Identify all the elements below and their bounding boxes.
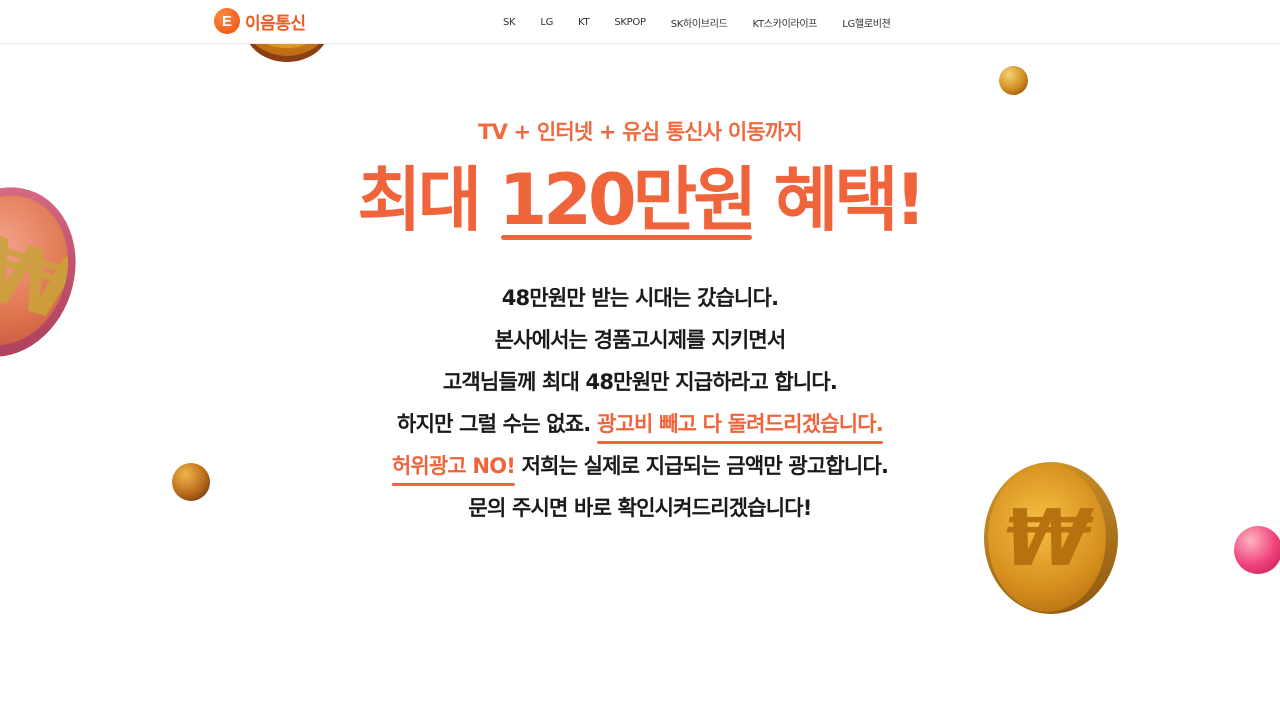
logo-e-icon: E bbox=[214, 8, 240, 34]
nav-item-lg[interactable]: LG bbox=[540, 17, 553, 28]
hero-body: 48만원만 받는 시대는 갔습니다. 본사에서는 경품고시제를 지키면서 고객님… bbox=[0, 277, 1280, 529]
headline-suffix: 혜택! bbox=[773, 159, 927, 241]
site-header: E 이음통신 SK LG KT SKPOP SK하이브리드 KT스카이라이프 L… bbox=[0, 0, 1280, 44]
body-line: 고객님들께 최대 48만원만 지급하라고 합니다. bbox=[442, 370, 838, 394]
nav-item-skpop[interactable]: SKPOP bbox=[614, 17, 646, 28]
main-nav: SK LG KT SKPOP SK하이브리드 KT스카이라이프 LG헬로비젼 bbox=[503, 0, 916, 44]
nav-item-kt-skylife[interactable]: KT스카이라이프 bbox=[753, 15, 818, 30]
no-false-ad-highlight: 허위광고 NO! bbox=[391, 445, 516, 487]
refund-highlight: 광고비 빼고 다 돌려드리겠습니다. bbox=[596, 403, 884, 445]
nav-item-kt[interactable]: KT bbox=[578, 17, 590, 28]
hero-subtitle: TV + 인터넷 + 유심 통신사 이동까지 bbox=[478, 120, 803, 144]
nav-item-sk-hybrid[interactable]: SK하이브리드 bbox=[671, 15, 728, 30]
body-line: 본사에서는 경품고시제를 지키면서 bbox=[494, 328, 787, 352]
brand-name: 이음통신 bbox=[245, 13, 306, 34]
body-line: 48만원만 받는 시대는 갔습니다. bbox=[501, 286, 779, 310]
body-line: 하지만 그럴 수는 없죠. 광고비 빼고 다 돌려드리겠습니다. bbox=[0, 403, 1280, 445]
body-line: 문의 주시면 바로 확인시켜드리겠습니다! bbox=[468, 496, 812, 520]
body-text-segment: 하지만 그럴 수는 없죠. bbox=[397, 412, 591, 436]
brand-logo[interactable]: E 이음통신 bbox=[214, 8, 306, 34]
headline-amount: 120만원 bbox=[499, 154, 758, 246]
hero-headline: 최대 120만원 혜택! bbox=[0, 154, 1280, 246]
nav-item-sk[interactable]: SK bbox=[503, 17, 516, 28]
hero-section: TV + 인터넷 + 유심 통신사 이동까지 최대 120만원 혜택! 48만원… bbox=[0, 0, 1280, 720]
body-text-segment: 저희는 실제로 지급되는 금액만 광고합니다. bbox=[521, 454, 889, 478]
body-line: 허위광고 NO! 저희는 실제로 지급되는 금액만 광고합니다. bbox=[0, 445, 1280, 487]
nav-item-lg-hellovision[interactable]: LG헬로비젼 bbox=[842, 15, 891, 30]
headline-prefix: 최대 bbox=[357, 159, 482, 241]
